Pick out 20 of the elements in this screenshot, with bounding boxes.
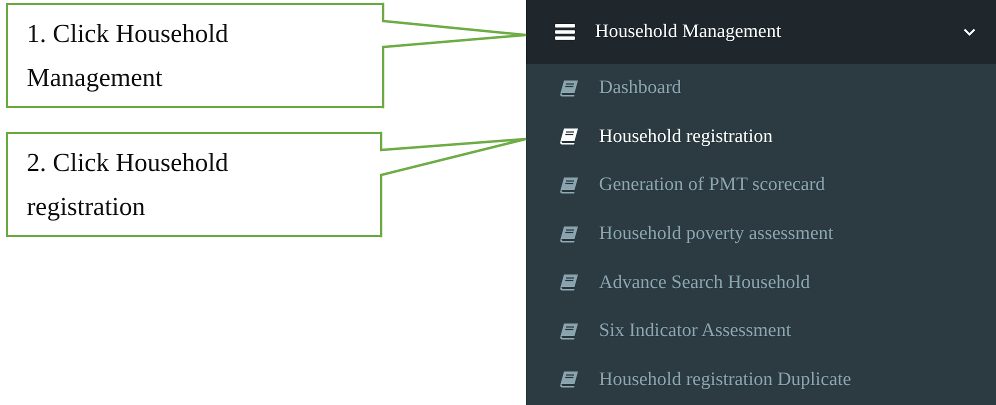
book-icon (559, 322, 579, 340)
book-icon (559, 371, 579, 388)
book-icon (559, 226, 579, 243)
menu-item[interactable]: Generation of PMT scorecard (526, 161, 996, 210)
callout-text: 2. Click Household registration (26, 146, 230, 223)
menu-item[interactable]: Household poverty assessment (526, 210, 996, 258)
book-icon (559, 80, 579, 97)
book-icon (559, 128, 579, 146)
menu-item[interactable]: Six Indicator Assessment (526, 306, 996, 356)
menu-item[interactable]: Advance Search Household (526, 258, 996, 307)
menu-icon (555, 24, 575, 40)
book-icon (559, 176, 579, 194)
menu-item[interactable]: Household registration Duplicate (526, 356, 996, 404)
menu-item[interactable]: Household registration (526, 112, 996, 162)
callout-text: 1. Click Household Management (26, 18, 230, 94)
menu-item[interactable]: Dashboard (526, 64, 996, 113)
menu-title: Household Management (595, 21, 782, 43)
chevron-icon (963, 28, 976, 36)
book-icon (559, 274, 579, 292)
menu-header[interactable]: Household Management (526, 0, 996, 64)
